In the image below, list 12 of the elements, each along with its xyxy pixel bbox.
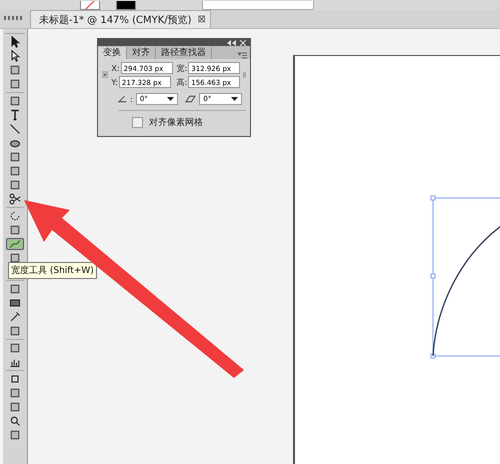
panel-tab[interactable]: 变换 [98,47,127,59]
checkbox-label: 对齐像素网格 [149,116,203,129]
field-label: 宽: [176,62,188,74]
close-button[interactable]: ⊠ [198,14,206,25]
field-label: Y: [111,78,118,86]
tooltip: 宽度工具 (Shift+W) [8,262,97,279]
field-label: : [130,94,133,104]
panel-tab[interactable]: 路径查找器 [156,47,212,59]
document-tab[interactable]: 未标题-1* @ 147% (CMYK/预览) ⊠ [30,10,211,28]
field-label: X: [111,64,120,72]
panel-tab[interactable]: 对齐 [127,47,156,59]
field-label: 高: [176,76,188,88]
